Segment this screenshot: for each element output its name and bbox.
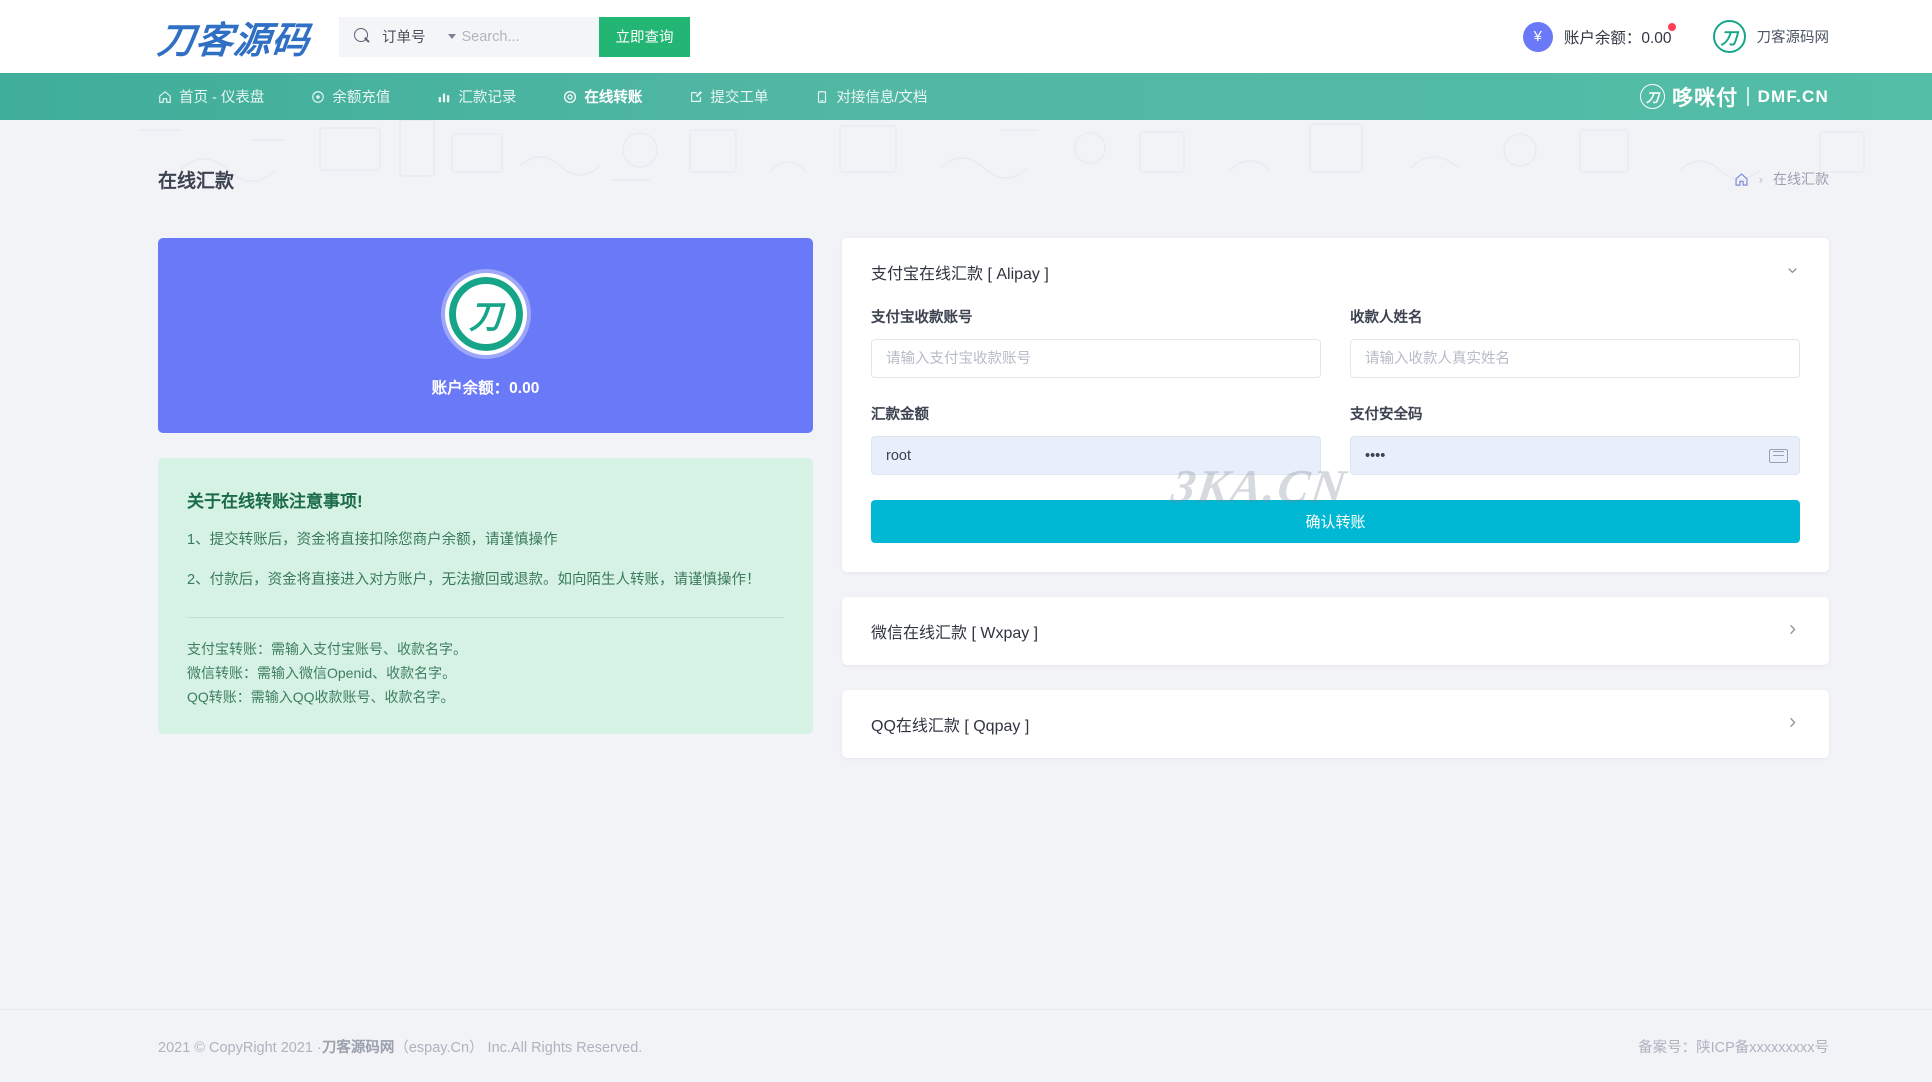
divider <box>187 616 784 618</box>
footer-icp: 备案号：陕ICP备xxxxxxxxx号 <box>1638 1039 1829 1056</box>
field-amount: 汇款金额 <box>871 403 1321 475</box>
footer-copyright: 2021 © CopyRight 2021 ·刀客源码网（espay.Cn） I… <box>158 1039 643 1056</box>
notice-line: 2、付款后，资金将直接进入对方账户，无法撤回或退款。如向陌生人转账，请谨慎操作！ <box>187 571 761 588</box>
notice-tip: 支付宝转账：需输入支付宝账号、收款名字。 <box>187 640 467 657</box>
avatar: 刀 <box>1712 20 1746 53</box>
keyboard-icon[interactable] <box>1769 448 1788 463</box>
panel-title: 微信在线汇款 [ Wxpay ] <box>871 625 1039 642</box>
field-label: 收款人姓名 <box>1350 310 1423 326</box>
nav-item-label: 在线转账 <box>584 90 643 106</box>
field-alipay-account: 支付宝收款账号 <box>871 306 1321 378</box>
location-icon <box>311 90 325 104</box>
page-footer: 2021 © CopyRight 2021 ·刀客源码网（espay.Cn） I… <box>0 1009 1932 1082</box>
edit-square-icon <box>689 90 703 104</box>
top-header: 刀客源码 订单号 立即查询 ¥ 账户余额：0.00 刀 刀客源码网 <box>0 0 1932 73</box>
field-label: 汇款金额 <box>871 407 929 423</box>
divider <box>1747 87 1749 106</box>
panel-qqpay-header[interactable]: QQ在线汇款 [ Qqpay ] <box>842 690 1829 758</box>
search-icon <box>354 28 371 45</box>
nav-item-records[interactable]: 汇款记录 <box>437 86 516 107</box>
field-security-code: 支付安全码 <box>1350 403 1800 475</box>
main-grid: 刀 账户余额：0.00 关于在线转账注意事项! 1、提交转账后，资金将直接扣除您… <box>0 238 1932 758</box>
book-icon <box>815 90 829 104</box>
page-header: 在线汇款 › 在线汇款 <box>0 120 1932 238</box>
search-type-label[interactable]: 订单号 <box>382 26 426 47</box>
alipay-account-input[interactable] <box>871 339 1321 378</box>
balance-card: 刀 账户余额：0.00 <box>158 238 813 433</box>
payee-name-input[interactable] <box>1350 339 1800 378</box>
chevron-down-icon[interactable] <box>447 34 456 39</box>
header-right-group: ¥ 账户余额：0.00 刀 刀客源码网 <box>1522 20 1830 53</box>
nav-item-recharge[interactable]: 余额充值 <box>311 86 390 107</box>
chevron-right-icon[interactable] <box>1785 622 1800 641</box>
main-nav: 首页 - 仪表盘 余额充值 汇款记录 在线转账 提交工单 对接信息/文档 刀 哆… <box>0 73 1932 120</box>
home-icon <box>158 90 172 104</box>
breadcrumb-separator: › <box>1758 171 1763 187</box>
nav-item-online-transfer[interactable]: 在线转账 <box>563 86 642 107</box>
left-column: 刀 账户余额：0.00 关于在线转账注意事项! 1、提交转账后，资金将直接扣除您… <box>158 238 813 734</box>
user-name: 刀客源码网 <box>1756 30 1830 46</box>
security-code-wrapper <box>1350 436 1800 475</box>
panel-alipay-header[interactable]: 支付宝在线汇款 [ Alipay ] <box>842 238 1829 306</box>
panel-alipay: 支付宝在线汇款 [ Alipay ] 支付宝收款账号 收款 <box>842 238 1829 572</box>
field-label: 支付安全码 <box>1350 407 1423 423</box>
home-icon[interactable] <box>1734 172 1749 187</box>
search-field-group: 订单号 <box>339 16 606 57</box>
notice-tip: 微信转账：需输入微信Openid、收款名字。 <box>187 664 457 681</box>
chevron-right-icon[interactable] <box>1785 715 1800 734</box>
nav-brand-en: DMF.CN <box>1757 86 1829 106</box>
security-code-input[interactable] <box>1350 436 1800 475</box>
form-row: 汇款金额 支付安全码 <box>871 403 1800 475</box>
nav-item-docs[interactable]: 对接信息/文档 <box>815 86 927 107</box>
panel-wxpay-header[interactable]: 微信在线汇款 [ Wxpay ] <box>842 597 1829 665</box>
confirm-transfer-button[interactable]: 确认转账 <box>871 500 1800 543</box>
page-content: 在线汇款 › 在线汇款 刀 账户余额：0.00 关于在线转账注意事项! 1、提交… <box>0 120 1932 1082</box>
notice-card: 关于在线转账注意事项! 1、提交转账后，资金将直接扣除您商户余额，请谨慎操作 2… <box>158 458 813 734</box>
user-menu[interactable]: 刀 刀客源码网 <box>1712 20 1830 53</box>
chevron-down-icon[interactable] <box>1785 263 1800 282</box>
breadcrumb-current: 在线汇款 <box>1773 171 1829 187</box>
nav-item-label: 首页 - 仪表盘 <box>179 90 265 106</box>
search-bar: 订单号 立即查询 <box>339 16 690 57</box>
panel-wxpay: 微信在线汇款 [ Wxpay ] <box>842 597 1829 665</box>
field-payee-name: 收款人姓名 <box>1350 306 1800 378</box>
nav-brand-cn: 哆咪付 <box>1672 86 1739 110</box>
search-submit-button[interactable]: 立即查询 <box>599 16 690 57</box>
panel-qqpay: QQ在线汇款 [ Qqpay ] <box>842 690 1829 758</box>
app-root: 刀客源码 订单号 立即查询 ¥ 账户余额：0.00 刀 刀客源码网 <box>0 0 1932 1082</box>
nav-item-ticket[interactable]: 提交工单 <box>689 86 768 107</box>
amount-input[interactable] <box>871 436 1321 475</box>
yen-icon: ¥ <box>1522 21 1553 52</box>
panel-alipay-body: 支付宝收款账号 收款人姓名 汇款金额 <box>842 306 1829 572</box>
right-column: 支付宝在线汇款 [ Alipay ] 支付宝收款账号 收款 <box>842 238 1829 758</box>
breadcrumb: › 在线汇款 <box>1734 169 1829 189</box>
header-balance-label: 账户余额：0.00 <box>1563 29 1672 47</box>
notice-line: 1、提交转账后，资金将直接扣除您商户余额，请谨慎操作 <box>187 532 558 548</box>
form-row: 支付宝收款账号 收款人姓名 <box>871 306 1800 378</box>
panel-title: 支付宝在线汇款 [ Alipay ] <box>871 266 1049 283</box>
page-title: 在线汇款 <box>158 170 235 192</box>
header-balance[interactable]: ¥ 账户余额：0.00 <box>1522 21 1676 52</box>
balance-card-amount: 账户余额：0.00 <box>431 380 540 397</box>
notice-tip: QQ转账：需输入QQ收款账号、收款名字。 <box>187 688 455 705</box>
panel-title: QQ在线汇款 [ Qqpay ] <box>871 718 1030 735</box>
brand-logo[interactable]: 刀客源码 <box>155 10 313 64</box>
nav-brand-mark-icon: 刀 <box>1640 84 1666 109</box>
notification-dot <box>1667 22 1676 31</box>
notice-title: 关于在线转账注意事项! <box>187 492 363 511</box>
nav-item-label: 余额充值 <box>332 90 391 106</box>
site-logo-glyph: 刀 <box>448 277 523 351</box>
nav-item-label: 对接信息/文档 <box>836 90 928 106</box>
target-icon <box>563 90 577 104</box>
nav-item-dashboard[interactable]: 首页 - 仪表盘 <box>158 86 264 107</box>
field-label: 支付宝收款账号 <box>871 310 973 326</box>
search-input[interactable] <box>455 16 606 57</box>
nav-item-label: 汇款记录 <box>458 90 517 106</box>
nav-brand-logo: 刀 哆咪付 DMF.CN <box>1640 82 1829 112</box>
nav-item-label: 提交工单 <box>710 90 769 106</box>
nav-item-list: 首页 - 仪表盘 余额充值 汇款记录 在线转账 提交工单 对接信息/文档 <box>158 86 974 107</box>
site-logo-icon: 刀 <box>444 273 527 355</box>
bar-chart-icon <box>437 90 451 104</box>
